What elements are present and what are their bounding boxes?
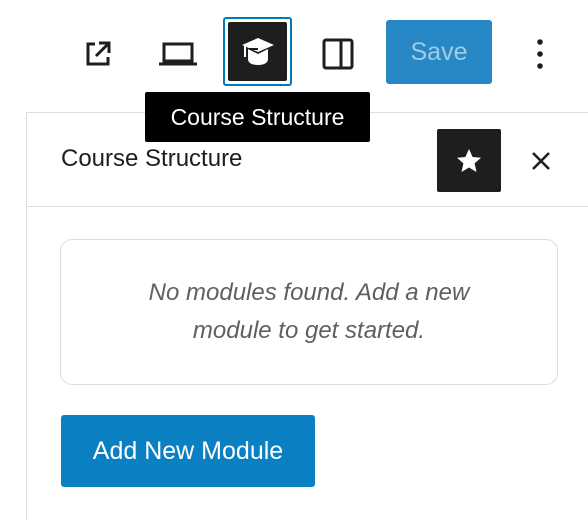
course-structure-panel: Course Structure No modules found. Add a… [26, 112, 588, 520]
external-link-icon [86, 41, 111, 66]
favorite-button[interactable] [437, 129, 501, 192]
course-structure-tooltip: Course Structure [145, 92, 370, 142]
empty-modules-message: No modules found. Add a new module to ge… [148, 279, 470, 344]
add-new-module-button[interactable]: Add New Module [61, 415, 315, 487]
empty-modules-notice: No modules found. Add a new module to ge… [60, 239, 558, 385]
close-icon [532, 152, 550, 170]
save-button[interactable]: Save [386, 20, 492, 84]
graduation-cap-icon [241, 37, 274, 65]
preview-button[interactable] [156, 32, 200, 76]
star-icon [457, 148, 481, 172]
sidebar-panel-icon [322, 38, 354, 70]
settings-sidebar-button[interactable] [316, 32, 360, 76]
laptop-icon [159, 42, 197, 66]
close-panel-button[interactable] [523, 143, 559, 179]
vertical-ellipsis-icon [537, 39, 543, 69]
more-options-button[interactable] [520, 32, 560, 76]
panel-title: Course Structure [61, 145, 243, 172]
course-structure-button[interactable] [223, 17, 292, 86]
view-post-button[interactable] [76, 32, 120, 76]
course-structure-button-inner [228, 22, 287, 81]
